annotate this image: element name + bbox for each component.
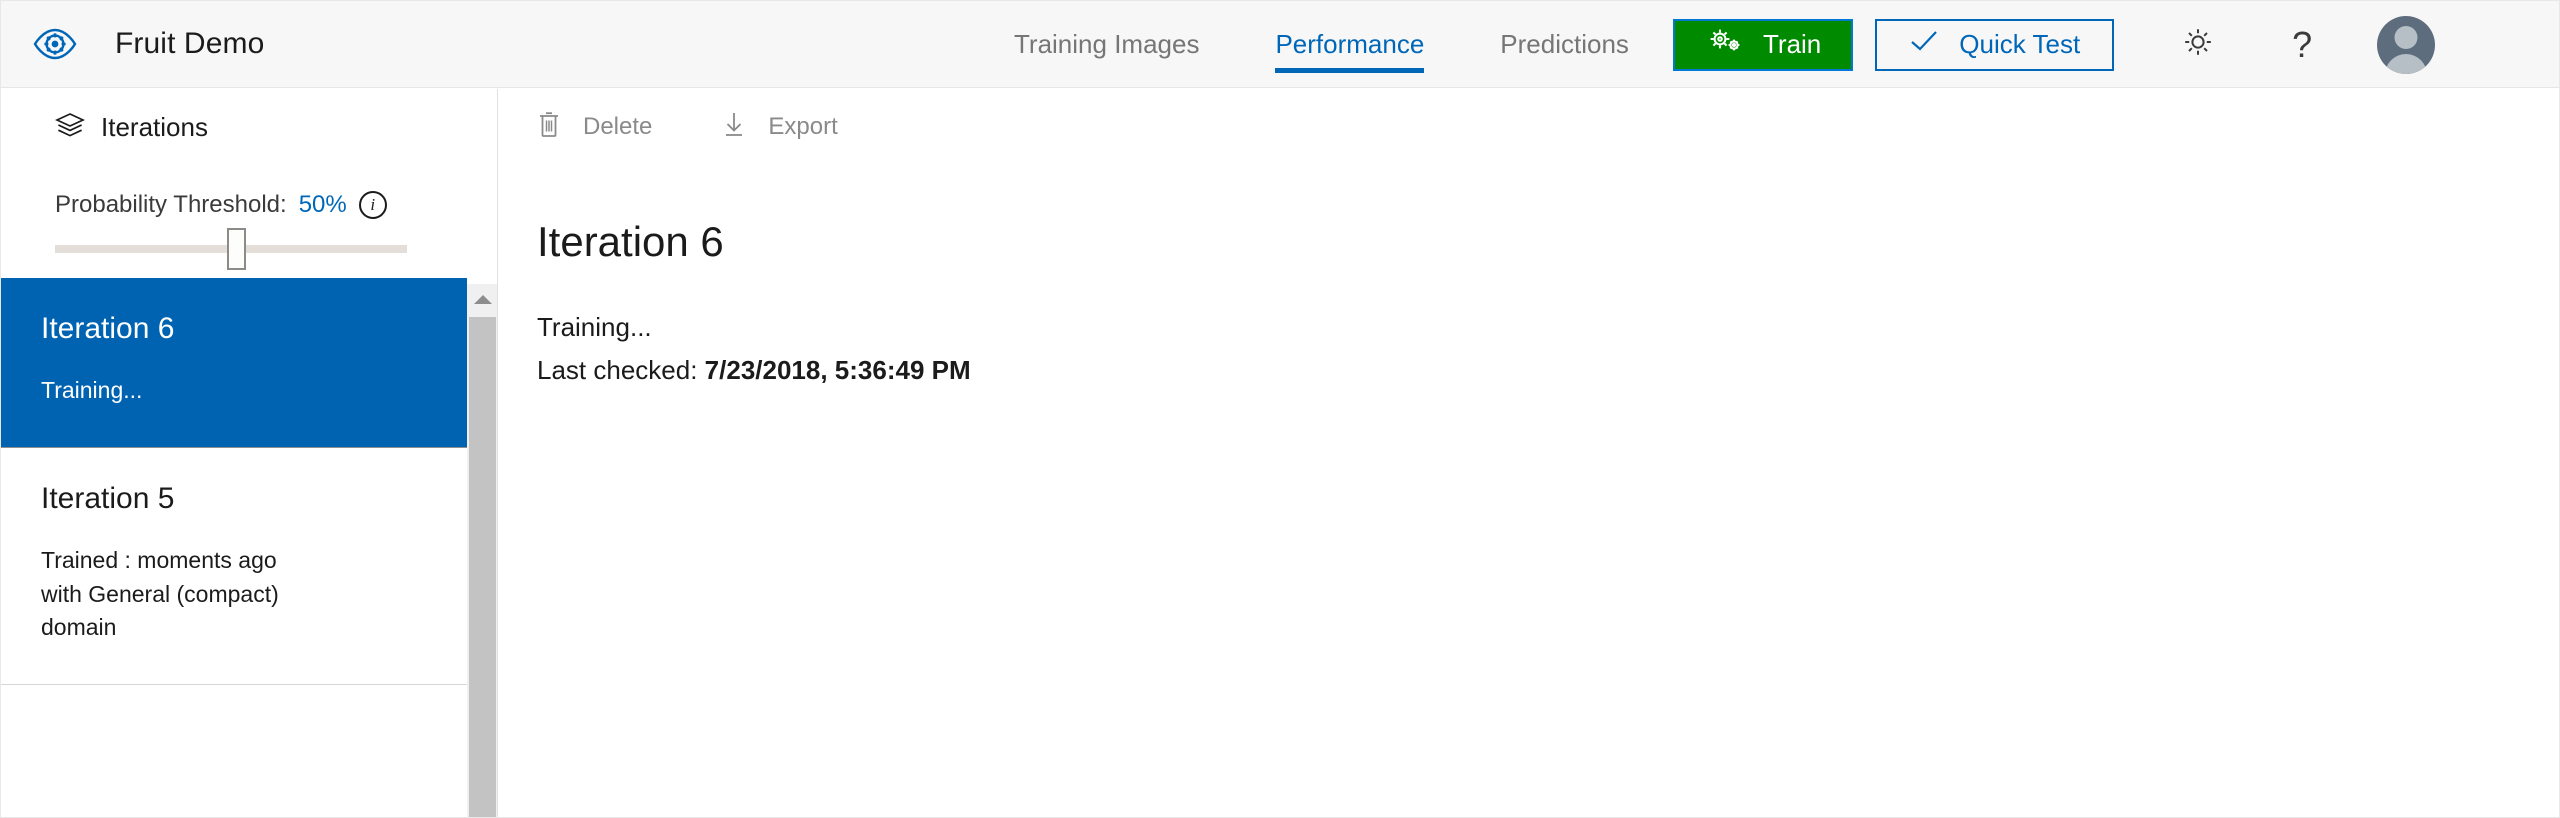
iteration-title: Iteration 6 (41, 312, 175, 345)
header-actions: Train Quick Test ? (1673, 1, 2436, 88)
eye-gear-logo-icon (25, 14, 85, 74)
checkmark-icon (1909, 29, 1939, 60)
gears-icon (1705, 26, 1745, 63)
delete-button-label: Delete (583, 113, 653, 140)
tab-predictions[interactable]: Predictions (1462, 1, 1667, 88)
probability-threshold-label: Probability Threshold: (55, 191, 287, 218)
iteration-detail-title: Iteration 6 (537, 218, 724, 265)
quick-test-button[interactable]: Quick Test (1875, 18, 2115, 71)
iteration-status: Trained : moments ago with General (comp… (41, 547, 279, 641)
info-icon[interactable]: i (358, 191, 387, 219)
download-arrow-icon (722, 110, 746, 145)
export-button-label: Export (768, 113, 838, 140)
app-window: Fruit Demo Training Images Performance P… (0, 0, 2560, 818)
iteration-detail-panel: Iteration 6 Training... Last checked: 7/… (499, 165, 2559, 386)
help-button[interactable]: ? (2272, 15, 2332, 75)
probability-threshold-block: Probability Threshold: 50% i (1, 165, 497, 270)
main-navigation: Training Images Performance Predictions (976, 1, 1667, 88)
last-checked-timestamp: 7/23/2018, 5:36:49 PM (704, 355, 971, 385)
quick-test-button-label: Quick Test (1959, 29, 2081, 59)
iteration-list: Iteration 6 Training... Iteration 5 Trai… (1, 278, 497, 686)
account-button[interactable] (2376, 15, 2436, 75)
iteration-last-checked: Last checked: 7/23/2018, 5:36:49 PM (537, 355, 2559, 386)
iteration-list-item-5[interactable]: Iteration 5 Trained : moments ago with G… (1, 448, 467, 686)
settings-button[interactable] (2168, 15, 2228, 75)
avatar-head (2394, 25, 2418, 49)
sidebar-header: Iterations (1, 89, 497, 165)
train-button-label: Train (1763, 29, 1822, 59)
gear-icon (2180, 24, 2216, 65)
content-toolbar: Delete Export (499, 89, 2559, 165)
iteration-title: Iteration 5 (41, 482, 175, 516)
app-header: Fruit Demo Training Images Performance P… (1, 1, 2559, 88)
delete-button[interactable]: Delete (537, 110, 652, 145)
iteration-list-item-6[interactable]: Iteration 6 Training... (1, 278, 467, 449)
export-button[interactable]: Export (722, 110, 838, 145)
last-checked-label: Last checked: (537, 355, 698, 385)
question-mark-icon: ? (2292, 23, 2313, 65)
iteration-status: Training... (41, 377, 143, 403)
probability-threshold-value: 50% (298, 191, 347, 218)
scrollbar-thumb[interactable] (469, 317, 496, 817)
iteration-detail-status: Training... (537, 312, 652, 342)
trash-icon (537, 110, 561, 145)
page-title: Fruit Demo (115, 27, 265, 60)
chevron-up-icon[interactable] (467, 284, 497, 314)
layers-stack-icon (54, 112, 86, 143)
main-content: Delete Export Iteration 6 Training... La… (499, 89, 2559, 817)
tab-training-images[interactable]: Training Images (976, 1, 1237, 88)
probability-threshold-row: Probability Threshold: 50% i (55, 191, 443, 219)
sidebar-scrollbar[interactable] (467, 284, 497, 817)
tab-performance[interactable]: Performance (1237, 1, 1462, 88)
avatar (2377, 15, 2436, 74)
slider-thumb[interactable] (227, 228, 246, 270)
iterations-sidebar: Iterations Probability Threshold: 50% i … (1, 89, 498, 817)
sidebar-heading: Iterations (101, 111, 208, 142)
train-button[interactable]: Train (1673, 18, 1854, 71)
brand-area[interactable]: Fruit Demo (1, 1, 264, 87)
probability-threshold-slider[interactable] (55, 228, 407, 270)
avatar-body (2385, 53, 2428, 74)
chevron-up-triangle (473, 294, 492, 304)
